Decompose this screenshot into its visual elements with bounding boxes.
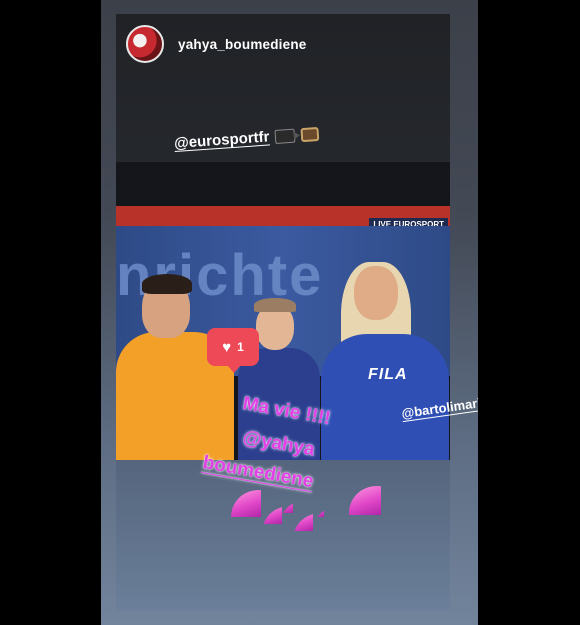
man-hair [142, 274, 192, 294]
story-card: yahya_boumediene @eurosportfr LIVE EUROS… [116, 14, 450, 610]
eurosport-mention[interactable]: @eurosportfr [174, 125, 320, 152]
stadium-stand [116, 162, 450, 212]
story-frame: yahya_boumediene @eurosportfr LIVE EUROS… [101, 0, 478, 625]
story-header[interactable]: yahya_boumediene [126, 24, 307, 64]
shirt-brand: FILA [368, 366, 408, 383]
boy-hair [254, 298, 296, 312]
avatar[interactable] [126, 25, 164, 63]
video-camera-icon [274, 128, 296, 144]
television-icon [300, 126, 320, 142]
woman-sweater [321, 334, 449, 460]
like-sticker[interactable]: ♥ 1 [207, 328, 259, 373]
like-count: 1 [237, 340, 244, 354]
heart-icon: ♥ [222, 338, 232, 356]
woman-face [354, 266, 398, 320]
username[interactable]: yahya_boumediene [178, 37, 307, 52]
eurosport-mention-text[interactable]: @eurosportfr [174, 128, 270, 152]
